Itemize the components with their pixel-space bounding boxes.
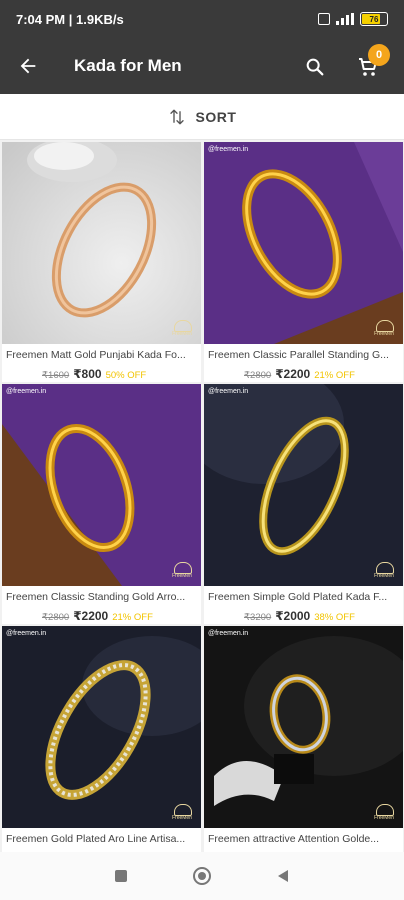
product-prices: ₹2800 ₹2200 21% OFF xyxy=(244,367,355,381)
product-name: Freemen attractive Attention Golde... xyxy=(208,833,380,845)
home-button[interactable] xyxy=(182,856,222,896)
product-price: ₹2200 xyxy=(73,609,109,623)
battery-level: 76 xyxy=(369,14,379,24)
product-discount: 21% OFF xyxy=(314,370,355,381)
product-name: Freemen Gold Plated Aro Line Artisa... xyxy=(6,833,186,845)
product-discount: 21% OFF xyxy=(112,612,153,623)
cart-count-badge: 0 xyxy=(368,44,390,66)
product-mrp: ₹1600 xyxy=(42,370,70,381)
brand-logo: FreeMen xyxy=(171,562,193,580)
brand-logo: FreeMen xyxy=(373,320,395,338)
product-name: Freemen Classic Parallel Standing G... xyxy=(208,349,389,361)
app-header: 7:04 PM | 1.9KB/s 76 Kada for Men 0 xyxy=(0,0,404,94)
product-image[interactable]: @freemen.in FreeMen xyxy=(204,142,403,344)
brand-logo: FreeMen xyxy=(171,804,193,822)
product-mrp: ₹2800 xyxy=(42,612,70,623)
brand-logo: FreeMen xyxy=(171,320,193,338)
product-grid: FreeMen Freemen Matt Gold Punjabi Kada F… xyxy=(0,140,404,852)
back-button[interactable] xyxy=(0,38,56,94)
sort-button[interactable]: SORT xyxy=(0,94,404,140)
brand-logo: FreeMen xyxy=(373,562,395,580)
product-card[interactable]: @freemen.in FreeMen Freemen Classic Stan… xyxy=(2,384,201,624)
product-price: ₹2200 xyxy=(275,367,311,381)
back-nav-button[interactable] xyxy=(263,856,303,896)
product-card[interactable]: @freemen.in FreeMen Freemen attractive A… xyxy=(204,626,403,852)
product-image[interactable]: @freemen.in FreeMen xyxy=(204,626,403,828)
toolbar: Kada for Men 0 xyxy=(0,38,404,94)
product-prices: ₹1600 ₹800 50% OFF xyxy=(42,367,146,381)
product-discount: 38% OFF xyxy=(314,612,355,623)
product-mrp: ₹2800 xyxy=(244,370,272,381)
product-card[interactable]: @freemen.in FreeMen Freemen Simple Gold … xyxy=(204,384,403,624)
product-prices: ₹3200 ₹2000 38% OFF xyxy=(244,609,355,623)
triangle-back-icon xyxy=(278,870,289,882)
product-name: Freemen Matt Gold Punjabi Kada Fo... xyxy=(6,349,186,361)
page-title: Kada for Men xyxy=(74,56,182,75)
product-image[interactable]: @freemen.in FreeMen xyxy=(2,384,201,586)
sort-arrows-icon xyxy=(169,109,184,124)
product-discount: 50% OFF xyxy=(105,370,147,381)
signal-icon xyxy=(336,13,354,25)
product-image[interactable]: @freemen.in FreeMen xyxy=(2,626,201,828)
product-card[interactable]: @freemen.in FreeMen Freemen Classic Para… xyxy=(204,142,403,382)
product-card[interactable]: FreeMen Freemen Matt Gold Punjabi Kada F… xyxy=(2,142,201,382)
product-price: ₹800 xyxy=(73,367,102,381)
battery-icon: 76 xyxy=(360,12,388,26)
product-image[interactable]: @freemen.in FreeMen xyxy=(204,384,403,586)
status-icons: 76 xyxy=(318,12,388,26)
sort-label: SORT xyxy=(195,108,237,125)
system-nav-bar xyxy=(0,852,404,900)
circle-icon xyxy=(192,867,211,885)
instagram-handle: @freemen.in xyxy=(208,388,249,395)
instagram-handle: @freemen.in xyxy=(208,630,249,637)
product-card[interactable]: @freemen.in FreeMen Freemen Gold Plated … xyxy=(2,626,201,852)
cart-button[interactable]: 0 xyxy=(348,44,390,86)
product-price: ₹2000 xyxy=(275,609,311,623)
recents-button[interactable] xyxy=(101,856,141,896)
search-icon xyxy=(306,58,324,76)
search-button[interactable] xyxy=(296,48,334,86)
brand-logo: FreeMen xyxy=(373,804,395,822)
square-icon xyxy=(114,870,127,882)
instagram-handle: @freemen.in xyxy=(6,388,47,395)
status-bar: 7:04 PM | 1.9KB/s 76 xyxy=(0,0,404,38)
product-image[interactable]: FreeMen xyxy=(2,142,201,344)
back-arrow-icon xyxy=(20,58,36,74)
product-name: Freemen Classic Standing Gold Arro... xyxy=(6,591,186,603)
product-mrp: ₹3200 xyxy=(244,612,272,623)
product-prices: ₹2800 ₹2200 21% OFF xyxy=(42,609,153,623)
instagram-handle: @freemen.in xyxy=(6,630,47,637)
instagram-handle: @freemen.in xyxy=(208,146,249,153)
sim-icon xyxy=(318,13,330,25)
status-time-speed: 7:04 PM | 1.9KB/s xyxy=(16,11,124,27)
product-name: Freemen Simple Gold Plated Kada F... xyxy=(208,591,388,603)
